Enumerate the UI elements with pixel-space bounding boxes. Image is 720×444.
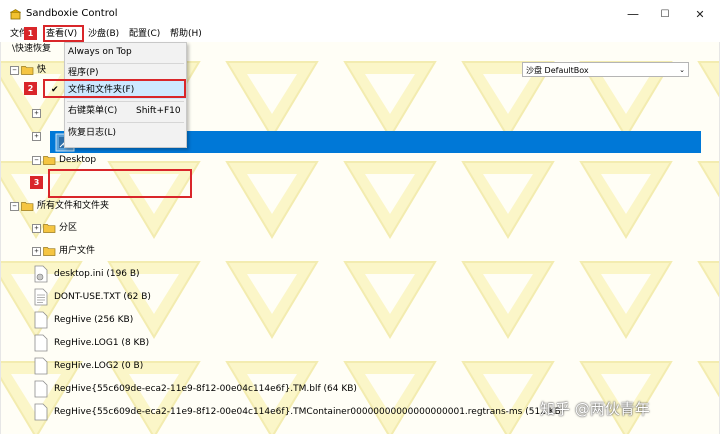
minimize-button[interactable]: — — [618, 4, 648, 24]
tree-node-user-files[interactable]: + 用户文件 — [32, 242, 95, 260]
sandbox-select-value: 沙盘 DefaultBox — [526, 66, 589, 75]
window-title: Sandboxie Control — [26, 8, 118, 19]
list-item[interactable]: desktop.ini (196 B) — [34, 265, 140, 283]
folder-open-icon — [21, 66, 34, 75]
annotation-box-1 — [43, 25, 84, 42]
collapse-icon[interactable]: − — [32, 155, 41, 165]
expand-icon[interactable]: + — [32, 132, 41, 141]
menu-bar: 文件 查看(V) 沙盘(B) 配置(C) 帮助(H) — [0, 28, 720, 42]
menu-sandbox[interactable]: 沙盘(B) — [86, 28, 121, 41]
menu-item-context-menu[interactable]: 右键菜单(C) Shift+F10 — [65, 102, 186, 120]
list-item[interactable]: RegHive.LOG2 (0 B) — [34, 357, 143, 375]
expand-icon[interactable]: + — [32, 246, 41, 256]
tree-node-partition[interactable]: + 分区 — [32, 219, 77, 237]
title-bar: Sandboxie Control — ☐ ✕ — [0, 0, 720, 28]
list-item[interactable]: RegHive (256 KB) — [34, 311, 133, 329]
tree-node-collapsed[interactable]: + — [32, 105, 43, 123]
text-file-icon — [34, 288, 48, 306]
sandbox-select[interactable]: 沙盘 DefaultBox ⌄ — [522, 62, 689, 77]
expand-icon[interactable]: + — [32, 223, 41, 233]
list-item[interactable]: DONT-USE.TXT (62 B) — [34, 288, 151, 306]
collapse-icon[interactable]: − — [10, 65, 19, 75]
file-icon — [34, 311, 48, 329]
folder-icon — [43, 247, 56, 256]
annotation-box-2 — [43, 79, 186, 98]
tree-node-all-files[interactable]: − 所有文件和文件夹 — [10, 197, 109, 215]
chevron-down-icon: ⌄ — [679, 66, 685, 74]
annotation-badge-3: 3 — [30, 176, 43, 189]
annotation-badge-1: 1 — [24, 27, 37, 40]
sandboxie-app-icon — [10, 9, 21, 20]
tree-node-desktop[interactable]: − Desktop — [32, 151, 96, 169]
watermark-text: 知乎 @两伙青年 — [540, 400, 650, 418]
file-icon — [34, 334, 48, 352]
menu-item-recovery-log[interactable]: 恢复日志(L) — [65, 124, 186, 142]
file-icon — [34, 357, 48, 375]
menu-help[interactable]: 帮助(H) — [168, 28, 204, 41]
annotation-box-3 — [48, 169, 192, 198]
list-item[interactable]: RegHive.LOG1 (8 KB) — [34, 334, 149, 352]
list-item[interactable]: RegHive{55c609de-eca2-11e9-8f12-00e04c11… — [34, 403, 564, 421]
collapse-icon[interactable]: − — [10, 201, 19, 211]
menu-config[interactable]: 配置(C) — [127, 28, 162, 41]
menu-item-always-on-top[interactable]: Always on Top — [65, 43, 186, 61]
path-label: \快速恢复 — [12, 44, 52, 54]
shortcut-label: Shift+F10 — [136, 106, 181, 116]
menu-separator — [67, 122, 184, 123]
expand-icon[interactable]: + — [32, 109, 41, 118]
tree-node-quick-recovery[interactable]: − 快 — [10, 61, 46, 79]
file-icon — [34, 403, 48, 421]
folder-open-icon — [43, 156, 56, 165]
close-button[interactable]: ✕ — [685, 4, 715, 24]
folder-open-icon — [21, 202, 34, 211]
tree-node-collapsed[interactable]: + — [32, 128, 43, 146]
folder-icon — [43, 224, 56, 233]
list-item[interactable]: RegHive{55c609de-eca2-11e9-8f12-00e04c11… — [34, 380, 357, 398]
annotation-badge-2: 2 — [24, 82, 37, 95]
settings-file-icon — [34, 265, 48, 283]
file-icon — [34, 380, 48, 398]
maximize-button[interactable]: ☐ — [650, 4, 680, 24]
